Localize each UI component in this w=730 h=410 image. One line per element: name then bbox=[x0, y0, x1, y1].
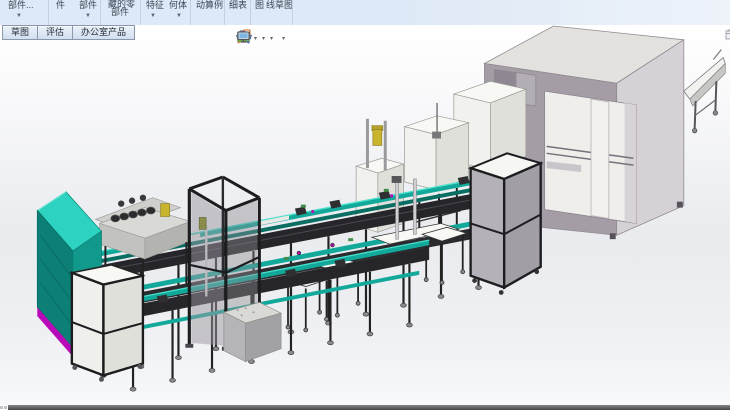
view-settings-icon bbox=[236, 29, 251, 44]
toolbar-separator bbox=[250, 0, 251, 25]
toolbar-separator bbox=[48, 0, 49, 25]
view-orientation-button[interactable]: ▾ bbox=[252, 29, 258, 47]
cmd-insert-components-button[interactable]: 部件... bbox=[8, 0, 34, 10]
graphics-area[interactable]: ▾ ▾ ▾ bbox=[0, 25, 730, 405]
dropdown-arrow-icon[interactable]: ▼ bbox=[176, 13, 182, 19]
cmd-exploded-view-button[interactable]: 图 bbox=[255, 0, 264, 10]
solidworks-window: 部件... 件 部件 藏的零 部件 特征 何体 动算例 细表 图 线草图 ▼ ▼… bbox=[0, 0, 730, 410]
tab-evaluate[interactable]: 评估 bbox=[37, 25, 73, 40]
command-manager: 部件... 件 部件 藏的零 部件 特征 何体 动算例 细表 图 线草图 ▼ ▼… bbox=[0, 0, 730, 25]
framed-panel-cabinet[interactable] bbox=[471, 153, 541, 295]
edit-appearance-button[interactable] bbox=[276, 29, 278, 47]
outfeed-conveyor[interactable] bbox=[684, 50, 725, 133]
dropdown-caret-icon[interactable]: ▾ bbox=[262, 35, 265, 42]
toolbar-separator bbox=[292, 0, 293, 25]
toolbar-separator bbox=[190, 0, 191, 25]
bottom-progress-bar[interactable] bbox=[8, 405, 730, 410]
storage-cabinet[interactable] bbox=[72, 265, 143, 382]
cmd-motion-study-button[interactable]: 动算例 bbox=[196, 0, 223, 10]
cmd-bill-of-materials-button[interactable]: 细表 bbox=[229, 0, 247, 10]
dropdown-caret-icon[interactable]: ▾ bbox=[270, 35, 273, 42]
display-style-button[interactable]: ▾ bbox=[260, 29, 266, 47]
floor-junction-box[interactable] bbox=[224, 302, 281, 361]
commandmanager-tab-row: 草图 评估 办公室产品 bbox=[2, 25, 134, 40]
cmd-show-hidden-components-button-line2[interactable]: 部件 bbox=[111, 7, 129, 17]
cmd-assembly-features-button[interactable]: 特征 bbox=[146, 0, 164, 10]
toolbar-separator bbox=[140, 0, 141, 25]
window-menu-icon[interactable] bbox=[725, 29, 730, 40]
heads-up-view-toolbar: ▾ ▾ ▾ bbox=[236, 29, 290, 47]
cmd-move-component-button[interactable]: 部件 bbox=[79, 0, 97, 10]
cmd-reference-geometry-button[interactable]: 何体 bbox=[169, 0, 187, 10]
view-settings-button[interactable] bbox=[288, 29, 290, 47]
toolbar-separator bbox=[224, 0, 225, 25]
dropdown-caret-icon[interactable]: ▾ bbox=[282, 35, 285, 42]
toolbar-separator bbox=[100, 0, 101, 25]
apply-scene-button[interactable]: ▾ bbox=[280, 29, 286, 47]
hide-show-items-button[interactable]: ▾ bbox=[268, 29, 274, 47]
tab-sketch[interactable]: 草图 bbox=[2, 25, 38, 40]
cmd-fasteners-button[interactable]: 件 bbox=[56, 0, 65, 10]
cmd-explode-line-sketch-button[interactable]: 线草图 bbox=[266, 0, 293, 10]
tab-office-products[interactable]: 办公室产品 bbox=[72, 25, 135, 40]
dropdown-arrow-icon[interactable]: ▼ bbox=[16, 13, 22, 19]
bottom-left-dot bbox=[0, 406, 3, 409]
dropdown-arrow-icon[interactable]: ▼ bbox=[150, 13, 156, 19]
assembly-model[interactable] bbox=[0, 25, 730, 405]
bottom-left-dot bbox=[4, 406, 7, 409]
dropdown-arrow-icon[interactable]: ▼ bbox=[85, 13, 91, 19]
dropdown-caret-icon[interactable]: ▾ bbox=[254, 35, 257, 42]
